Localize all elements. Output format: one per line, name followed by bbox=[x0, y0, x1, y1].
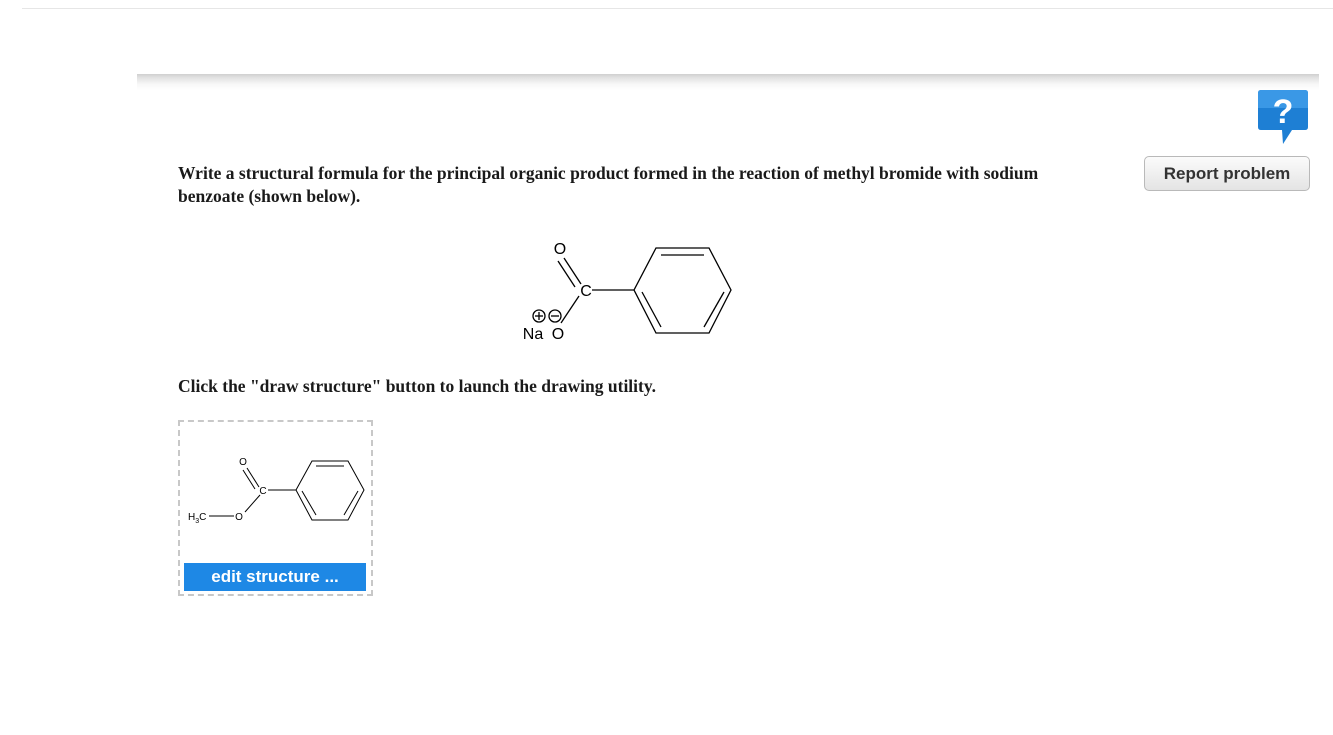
question-text: Write a structural formula for the princ… bbox=[178, 163, 1039, 206]
answer-carbonyl-oxygen-label: O bbox=[239, 457, 247, 468]
help-label: ? bbox=[1273, 93, 1294, 131]
instruction-text: Click the "draw structure" button to lau… bbox=[178, 376, 657, 396]
carbon-label: C bbox=[580, 283, 592, 300]
answer-drawing-area[interactable]: O C O H3C edit structure ... bbox=[178, 420, 373, 596]
sodium-benzoate-structure: O C Na O bbox=[523, 241, 732, 343]
help-question-icon: ? bbox=[1258, 90, 1308, 144]
methyl-benzoate-structure: O C O H3C bbox=[188, 457, 365, 525]
sodium-label: Na bbox=[523, 326, 544, 343]
header-band bbox=[137, 74, 1319, 90]
report-problem-button[interactable]: Report problem bbox=[1144, 156, 1310, 191]
carbonyl-oxygen-label: O bbox=[554, 241, 566, 258]
oxide-oxygen-label: O bbox=[552, 326, 564, 343]
answer-carbon-label: C bbox=[259, 486, 266, 497]
top-divider bbox=[22, 8, 1333, 9]
edit-structure-button[interactable]: edit structure ... bbox=[184, 563, 366, 591]
help-button[interactable]: ? bbox=[1256, 88, 1310, 146]
answer-ester-oxygen-label: O bbox=[235, 512, 243, 523]
methyl-label: H3C bbox=[188, 512, 206, 525]
